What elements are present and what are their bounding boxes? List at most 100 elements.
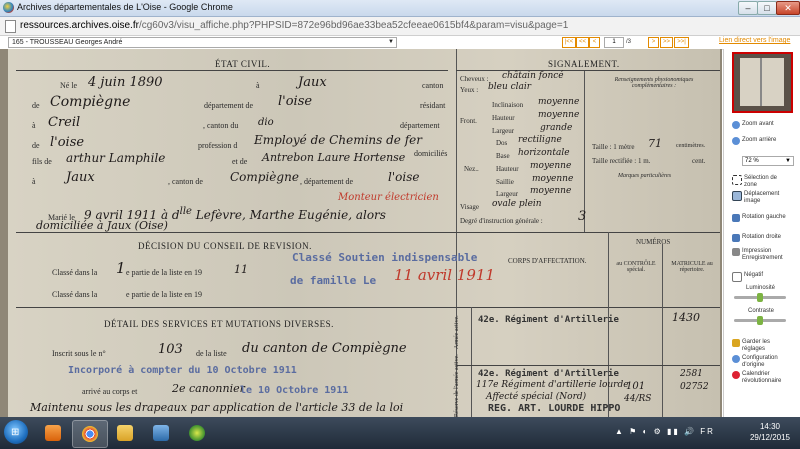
classe1-number: 1 [116,259,126,277]
last-page-button[interactable]: >>| [674,37,689,48]
taskbar-media-player[interactable] [36,420,70,446]
centimetres-label: centimètres. [676,143,706,149]
regiment2c: Affecté spécial (Nord) [486,392,587,402]
thumbnail-fold [760,58,762,106]
rule [16,70,448,71]
calendar-button[interactable]: Calendrier révolutionnaire [732,371,792,385]
system-tray[interactable]: ▲ ⚑ ◐ ⚙ ▮▮ 🔊 FR [615,427,715,436]
fils-de-label: fils de [32,157,52,166]
taille-label: Taille : 1 mètre [592,143,635,151]
nez-largeur-value: moyenne [530,186,572,196]
arrive-date: le 10 Octobre 1911 [240,385,349,396]
calendar-label: Calendrier révolutionnaire [742,371,782,384]
url-text[interactable]: ressources.archives.oise.fr/cg60v3/visu_… [20,20,568,31]
close-button[interactable]: ✕ [776,1,800,15]
minimize-button[interactable]: – [738,1,758,15]
canton-du-value: dio [258,117,274,128]
prev-10-button[interactable]: << [576,37,589,48]
contrast-knob[interactable] [757,316,763,325]
signalement-heading: SIGNALEMENT. [548,59,620,69]
yeux-value: bleu clair [488,82,532,92]
zoom-in-button[interactable]: Zoom avant [732,121,774,129]
move-image-button[interactable]: Déplacement image [732,191,790,205]
arrive-label: arrivé au corps et [82,387,138,396]
title-bar: Archives départementales de L'Oise - Goo… [0,0,800,17]
brightness-label: Luminosité [746,285,776,291]
taskbar-chrome[interactable] [72,420,108,448]
detail-heading: DÉTAIL DES SERVICES ET MUTATIONS DIVERSE… [104,319,334,329]
negative-label: Négatif [744,272,764,278]
direct-link[interactable]: Lien direct vers l'image [719,37,790,44]
zoom-in-icon [732,121,740,129]
record-select[interactable]: 165 - TROUSSEAU Georges André ▼ [8,37,397,48]
prev-page-button[interactable]: < [589,37,600,48]
taskbar-photos[interactable] [144,420,178,446]
brightness-slider[interactable] [734,293,786,302]
rotate-right-button[interactable]: Rotation droite [732,234,781,242]
incorpore-stamp: Incorporé à compter du 10 Octobre 1911 [68,365,297,376]
front-label: Front. [460,117,477,125]
brightness-knob[interactable] [757,293,763,302]
de-label: de [32,101,40,110]
matricule-2b: 02752 [680,382,709,392]
marques-label: Marques particulières [618,173,672,179]
negative-toggle[interactable]: Négatif [732,272,763,282]
calendar-icon [732,371,740,379]
reset-config-button[interactable]: Configuration d'origine [732,355,792,369]
cent-label: cent. [692,157,706,165]
parents-canton: Compiègne [230,170,299,184]
rule [456,307,720,308]
zoom-out-button[interactable]: Zoom arrière [732,137,776,145]
print-label: Impression [742,248,772,254]
maximize-button[interactable]: □ [757,1,777,15]
rule [16,307,456,308]
save-button[interactable]: Enregistrement [742,255,783,262]
next-page-button[interactable]: > [648,37,659,48]
rotate-left-button[interactable]: Rotation gauche [732,214,788,222]
nez-label: Nez.. [464,165,479,173]
visage-value: ovale plein [492,199,542,209]
dept-de-label: , département de [300,177,354,186]
rule [456,70,720,71]
zoom-out-icon [732,137,740,145]
clock[interactable]: 14:30 29/12/2015 [748,421,792,443]
taskbar-explorer[interactable] [108,420,142,446]
address-bar[interactable]: ressources.archives.oise.fr/cg60v3/visu_… [0,17,800,36]
controle-header: au CONTRÔLE spécial. [616,261,656,273]
chevron-down-icon: ▼ [388,39,394,45]
selection-label: Sélection de zone [744,175,778,188]
next-10-button[interactable]: >> [660,37,673,48]
folder-icon [117,425,133,441]
selection-zone-button[interactable]: Sélection de zone [732,175,790,189]
contrast-label: Contraste [748,308,775,314]
saillie-label: Saillie [496,178,514,186]
start-button[interactable]: ⊞ [4,420,28,444]
keep-settings-button[interactable]: Garder les réglages [732,339,788,353]
zoom-level-select[interactable]: 72 % ▼ [742,156,794,166]
zoom-out-label: Zoom arrière [742,137,777,143]
contrast-slider[interactable] [734,316,786,325]
document-viewport[interactable]: ÉTAT CIVIL. SIGNALEMENT. Né le 4 juin 18… [0,49,722,417]
page-number-input[interactable]: 1 [604,37,624,48]
save-label: Enregistrement [742,255,783,261]
regiment1: 42e. Régiment d'Artillerie [478,315,619,325]
first-page-button[interactable]: |<< [562,37,576,48]
regiment2d: REG. ART. LOURDE HIPPO [488,403,621,414]
page-thumbnail[interactable] [732,52,793,113]
a3-label: à [32,177,36,186]
register-page: ÉTAT CIVIL. SIGNALEMENT. Né le 4 juin 18… [8,49,720,417]
classe1-year: 11 [234,263,248,276]
classe2-label: Classé dans la [52,290,98,299]
rule [16,232,456,233]
controle-2a: 101 [626,381,646,392]
stamp-line2: de famille Le [290,274,377,287]
dept2-value: l'oise [50,135,85,150]
decision-heading: DÉCISION DU CONSEIL DE REVISION. [138,241,312,251]
classe2-rest: e partie de la liste en 19 [126,290,202,299]
parents-dept: l'oise [388,170,420,184]
renseignements-label: Renseignements physionomiques complément… [614,77,694,89]
photo-viewer-icon [153,425,169,441]
taskbar-app[interactable] [180,420,214,446]
et-de-label: et de [232,157,248,166]
hauteur-value: moyenne [538,110,580,120]
